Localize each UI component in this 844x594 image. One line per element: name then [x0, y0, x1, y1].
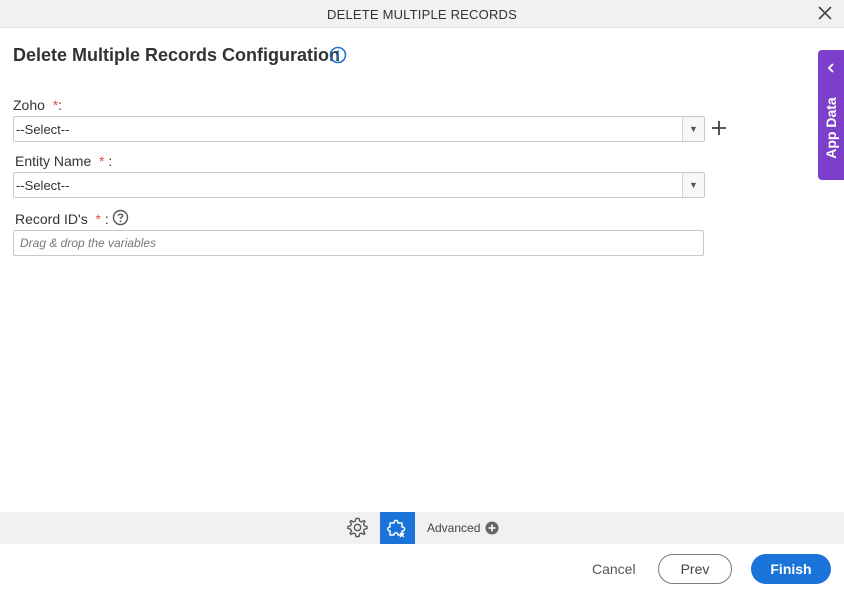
dropdown-arrow-icon[interactable]: ▼	[682, 117, 704, 141]
record-ids-label: Record ID's * :	[15, 211, 109, 227]
puzzle-icon	[387, 519, 406, 538]
page-title: Delete Multiple Records Configuration	[13, 45, 341, 65]
label-suffix: :	[108, 153, 113, 169]
help-icon[interactable]	[112, 209, 129, 226]
close-icon[interactable]	[818, 6, 832, 20]
required-mark: *	[99, 153, 105, 169]
label-suffix: :	[58, 97, 63, 113]
entity-name-select-value: --Select--	[16, 178, 70, 193]
entity-name-label: Entity Name * :	[15, 153, 112, 169]
record-ids-placeholder: Drag & drop the variables	[20, 236, 157, 250]
finish-button[interactable]: Finish	[751, 554, 831, 584]
record-ids-input[interactable]: Drag & drop the variables	[13, 230, 704, 256]
required-mark: *	[95, 211, 101, 227]
dialog-title: DELETE MULTIPLE RECORDS	[326, 7, 517, 22]
puzzle-button[interactable]	[380, 512, 415, 544]
entity-name-label-text: Entity Name	[15, 153, 92, 169]
dropdown-arrow-icon[interactable]: ▼	[682, 173, 704, 197]
record-ids-label-text: Record ID's	[15, 211, 88, 227]
zoho-select-value: --Select--	[16, 122, 70, 137]
entity-name-select[interactable]: --Select-- ▼	[13, 172, 705, 198]
chevron-left-icon	[827, 63, 834, 73]
dialog-titlebar: DELETE MULTIPLE RECORDS	[0, 0, 844, 28]
plus-circle-icon[interactable]	[485, 521, 499, 535]
cancel-button[interactable]: Cancel	[592, 561, 636, 577]
app-data-tab[interactable]: App Data	[818, 50, 844, 180]
info-icon[interactable]	[329, 46, 347, 64]
label-suffix: :	[104, 211, 109, 227]
zoho-label-text: Zoho	[13, 97, 45, 113]
advanced-label[interactable]: Advanced	[427, 521, 480, 535]
zoho-select[interactable]: --Select-- ▼	[13, 116, 705, 142]
add-icon[interactable]	[710, 119, 728, 137]
gear-icon[interactable]	[346, 516, 369, 539]
zoho-label: Zoho *:	[13, 97, 62, 113]
advanced-bar	[0, 512, 844, 544]
prev-button[interactable]: Prev	[658, 554, 732, 584]
app-data-label: App Data	[823, 97, 839, 159]
